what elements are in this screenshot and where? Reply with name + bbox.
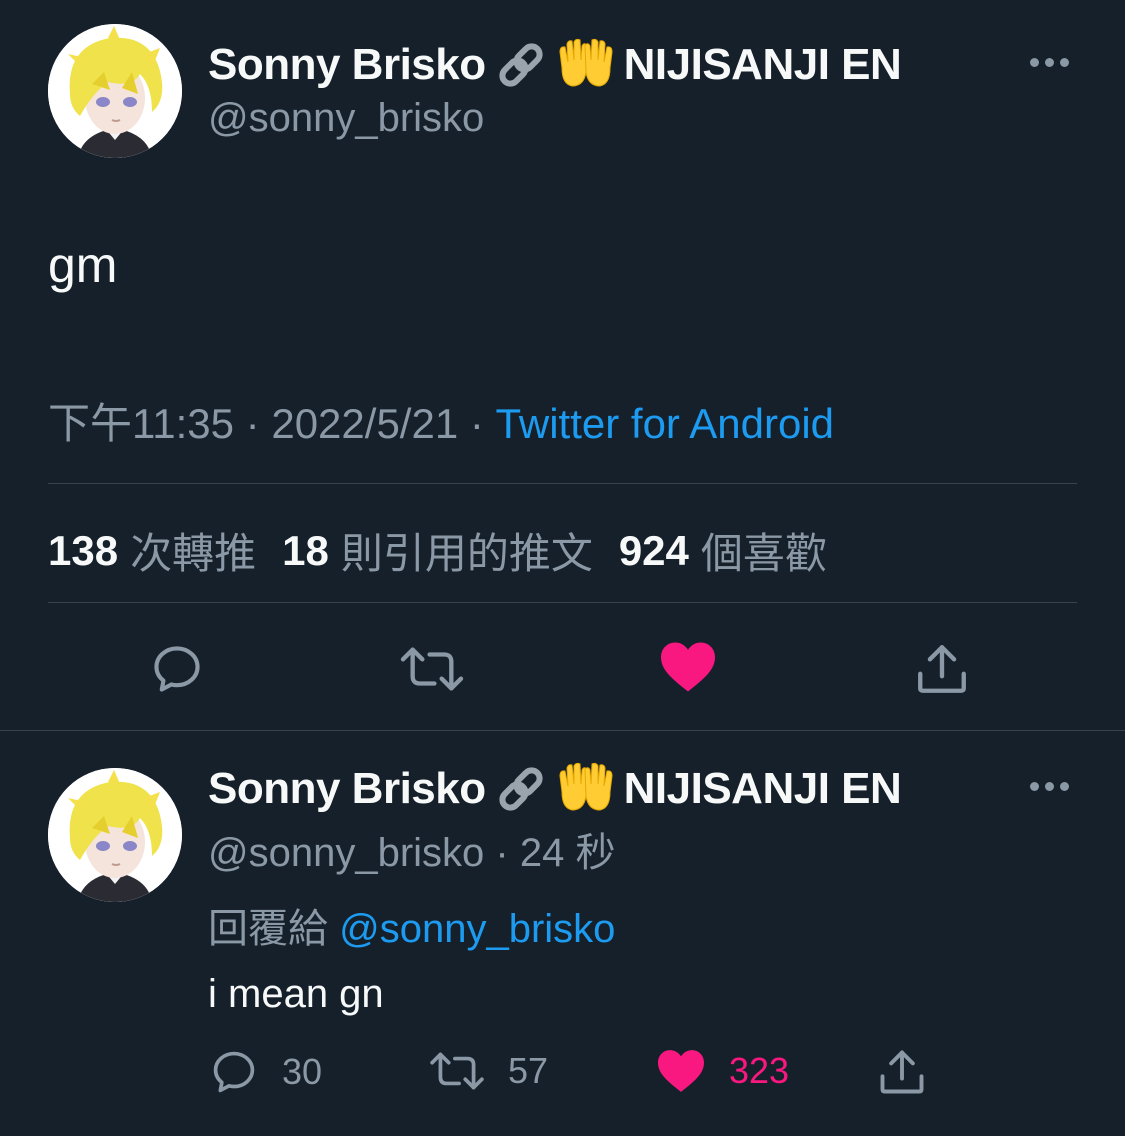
display-name: Sonny Brisko <box>208 764 486 813</box>
tweet-text: i mean gn <box>208 972 384 1016</box>
likes-count: 924 <box>618 526 689 574</box>
author-name-row[interactable]: Sonny Brisko NIJISANJI EN <box>208 762 902 816</box>
meta-separator: · <box>495 831 509 875</box>
meta-separator: · <box>245 400 260 447</box>
divider <box>48 483 1077 484</box>
reply-to-handle-link[interactable]: @sonny_brisko <box>339 907 615 951</box>
author-handle[interactable]: @sonny_brisko <box>208 831 484 875</box>
more-icon[interactable] <box>1030 58 1069 67</box>
retweets-count: 138 <box>48 526 119 574</box>
likes-stat[interactable]: 924 個喜歡 <box>619 520 827 581</box>
like-icon <box>661 642 715 692</box>
affiliation: NIJISANJI EN <box>623 764 902 813</box>
display-name: Sonny Brisko <box>208 40 486 89</box>
raising-hands-emoji-icon <box>556 762 616 816</box>
tweet-time-ago[interactable]: 24 秒 <box>520 831 616 875</box>
divider <box>0 730 1125 731</box>
likes-label: 個喜歡 <box>700 530 827 577</box>
link-emoji-icon <box>494 762 548 816</box>
retweet-icon <box>430 1052 484 1090</box>
share-icon <box>918 645 966 693</box>
raising-hands-emoji-icon <box>556 38 616 92</box>
tweet-source-link[interactable]: Twitter for Android <box>496 400 834 447</box>
retweet-button[interactable]: 57 <box>428 1046 548 1096</box>
tweet-time[interactable]: 下午11:35 <box>48 400 234 447</box>
more-icon[interactable] <box>1030 782 1069 791</box>
tweet-date[interactable]: 2022/5/21 <box>271 400 458 447</box>
divider <box>48 602 1077 603</box>
tweet-stats: 138 次轉推 18 則引用的推文 924 個喜歡 <box>48 520 853 581</box>
tweet-meta: 下午11:35 · 2022/5/21 · Twitter for Androi… <box>48 390 834 451</box>
retweets-stat[interactable]: 138 次轉推 <box>48 520 256 581</box>
like-button[interactable] <box>658 640 718 699</box>
retweet-count: 57 <box>508 1050 549 1091</box>
link-emoji-icon <box>494 38 548 92</box>
like-button[interactable]: 323 <box>655 1048 789 1094</box>
retweet-icon <box>400 647 464 691</box>
retweet-button[interactable] <box>398 640 466 703</box>
reply-icon <box>154 646 200 692</box>
quotes-count: 18 <box>282 526 329 574</box>
affiliation: NIJISANJI EN <box>623 40 902 89</box>
share-icon <box>880 1050 924 1094</box>
author-handle[interactable]: @sonny_brisko <box>208 96 484 141</box>
reply-prefix: 回覆給 <box>208 907 328 951</box>
avatar[interactable] <box>48 24 182 158</box>
retweets-label: 次轉推 <box>130 530 257 577</box>
author-name-row[interactable]: Sonny Brisko NIJISANJI EN <box>208 38 902 92</box>
meta-separator: · <box>469 400 484 447</box>
reply-button[interactable]: 30 <box>208 1046 322 1098</box>
replying-to: 回覆給 @sonny_brisko <box>208 896 615 954</box>
reply-count: 30 <box>282 1051 323 1092</box>
like-icon <box>658 1050 704 1092</box>
tweet-text: gm <box>48 237 118 293</box>
reply-handle-row: @sonny_brisko · 24 秒 <box>208 820 615 878</box>
reply-icon <box>213 1051 255 1093</box>
like-count: 323 <box>729 1050 790 1091</box>
share-button[interactable] <box>876 1046 928 1098</box>
reply-button[interactable] <box>148 640 206 703</box>
quotes-stat[interactable]: 18 則引用的推文 <box>282 520 593 581</box>
avatar[interactable] <box>48 768 182 902</box>
quotes-label: 則引用的推文 <box>340 530 593 577</box>
share-button[interactable] <box>912 640 972 703</box>
